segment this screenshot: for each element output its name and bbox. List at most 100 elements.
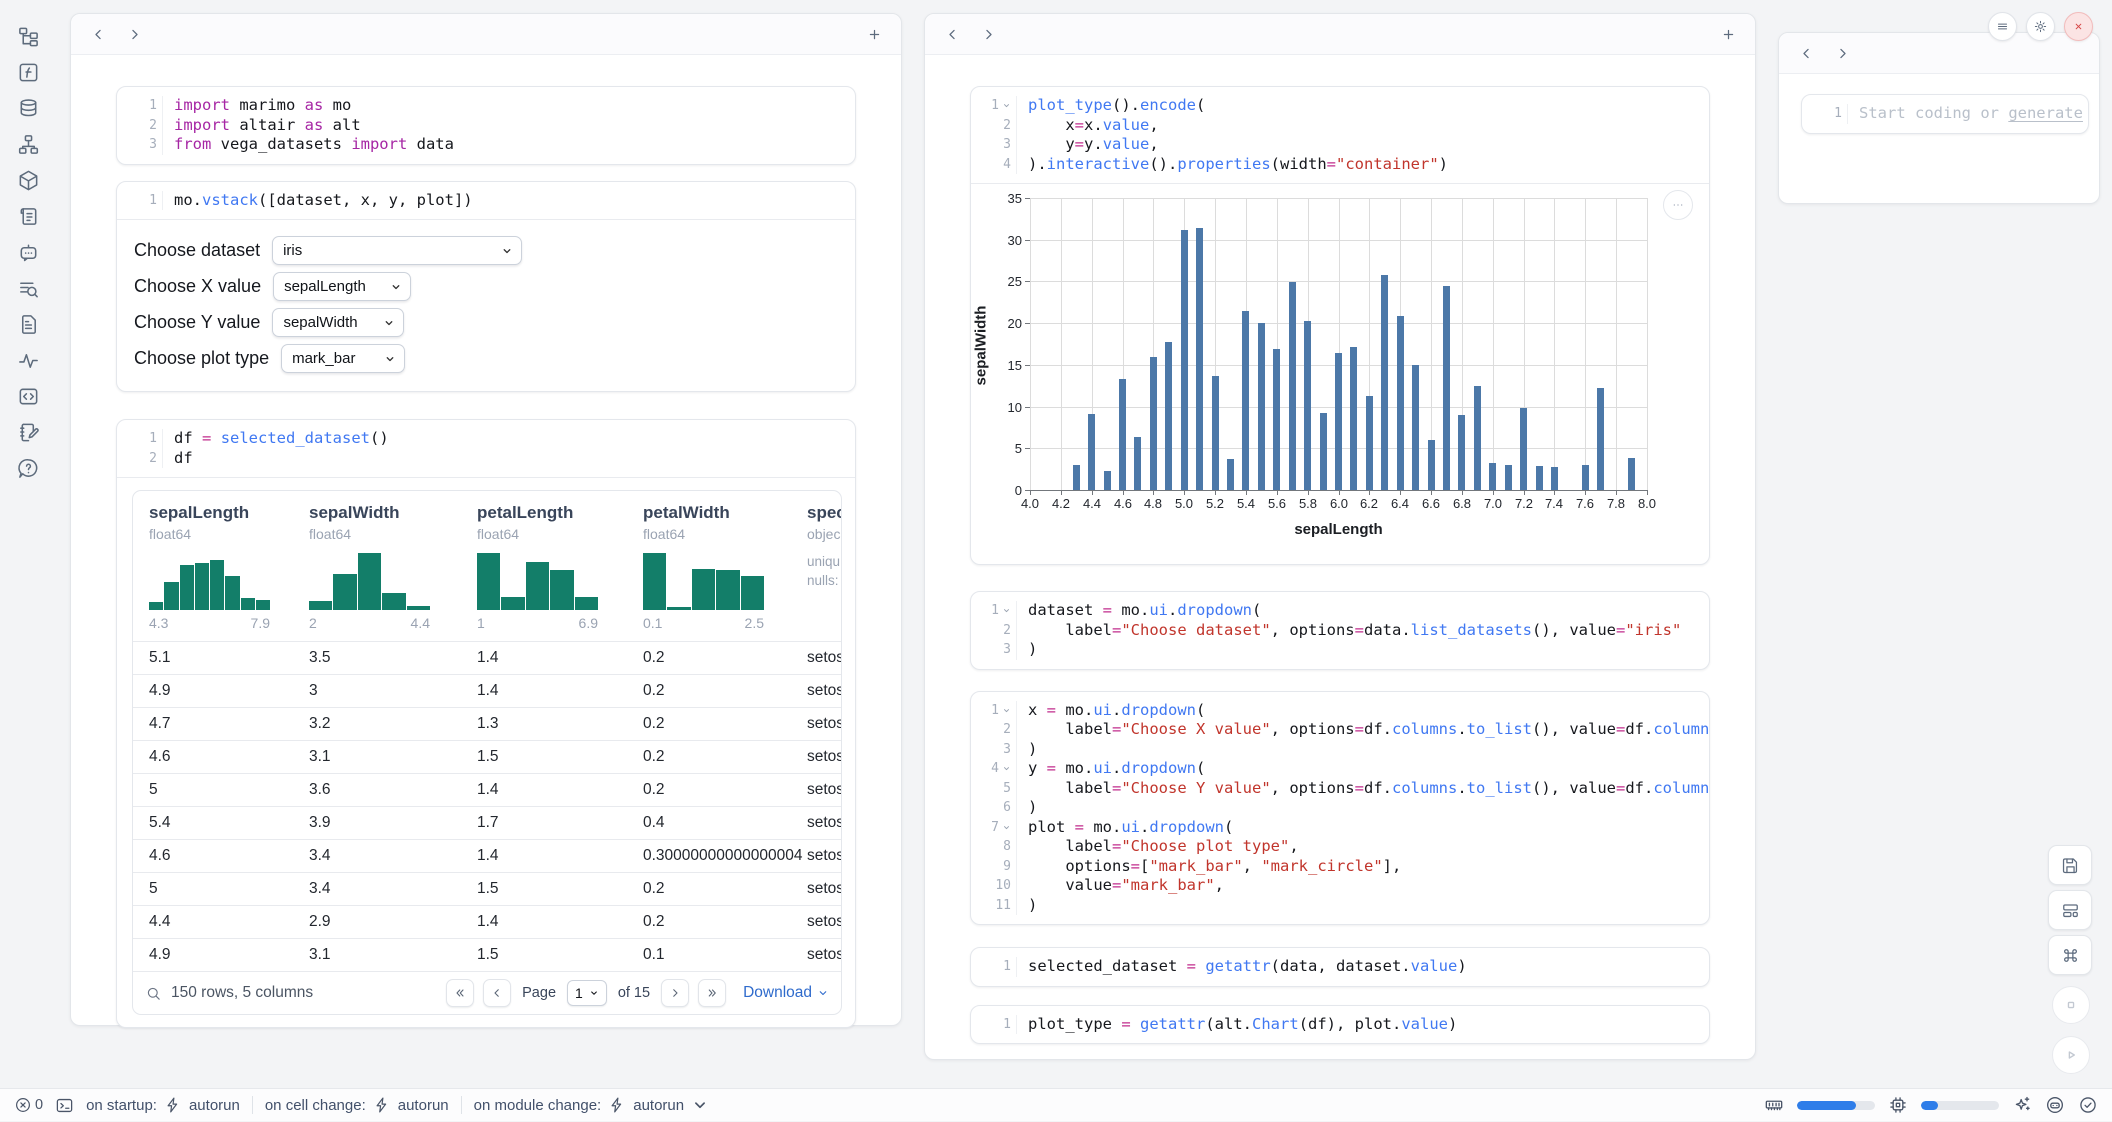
runtime-config-2[interactable]: on module change:autorun bbox=[474, 1096, 709, 1114]
sidebar-icon-snippets[interactable] bbox=[17, 385, 40, 408]
layout-toggle-button[interactable] bbox=[2048, 890, 2092, 930]
fold-chevron-icon[interactable] bbox=[1002, 823, 1011, 832]
error-circle-x-icon bbox=[14, 1096, 32, 1114]
chevron-right-icon[interactable] bbox=[123, 23, 145, 45]
line-number: 2 bbox=[971, 720, 1017, 740]
code-editor-plot[interactable]: 1plot_type().encode(2 x=x.value,3 y=y.va… bbox=[971, 87, 1709, 183]
fold-chevron-icon[interactable] bbox=[1002, 606, 1011, 615]
page-next-button[interactable] bbox=[661, 979, 689, 1007]
sidebar-icon-file-explorer[interactable] bbox=[17, 25, 40, 48]
save-notebook-button[interactable] bbox=[2048, 845, 2092, 885]
sidebar-icon-find-in-cells[interactable] bbox=[17, 277, 40, 300]
empty-code-editor[interactable]: 1 Start coding or generate with bbox=[1802, 95, 2088, 133]
runtime-config-0[interactable]: on startup:autorun bbox=[86, 1096, 240, 1114]
ai-sparkles-button[interactable] bbox=[2012, 1095, 2032, 1115]
chevron-down-icon bbox=[817, 987, 829, 999]
search-icon[interactable] bbox=[145, 985, 162, 1002]
add-cell-icon[interactable] bbox=[1717, 23, 1739, 45]
sidebar-icon-scratchpad[interactable] bbox=[17, 421, 40, 444]
y-tick-label: 30 bbox=[976, 233, 1022, 248]
table-column-header[interactable]: sepalWidthfloat6424.4 bbox=[309, 503, 477, 631]
sidebar-icon-packages[interactable] bbox=[17, 169, 40, 192]
dropdown-choose-x-value[interactable]: sepalLength bbox=[273, 272, 411, 301]
run-all-button[interactable] bbox=[2052, 1036, 2090, 1074]
generate-with-ai-link[interactable]: generate bbox=[2008, 104, 2083, 122]
page-last-button[interactable] bbox=[698, 979, 726, 1007]
table-header-row: sepalLengthfloat644.37.9sepalWidthfloat6… bbox=[133, 491, 841, 641]
copilot-robot-button[interactable] bbox=[2045, 1095, 2065, 1115]
table-row[interactable]: 4.63.11.50.2setos bbox=[133, 740, 841, 773]
dropdown-choose-y-value[interactable]: sepalWidth bbox=[272, 308, 404, 337]
code-line: 1selected_dataset = getattr(data, datase… bbox=[971, 957, 1709, 977]
table-row[interactable]: 53.61.40.2setos bbox=[133, 773, 841, 806]
errors-indicator[interactable]: 0 bbox=[14, 1096, 43, 1114]
sidebar-icon-tracing[interactable] bbox=[17, 349, 40, 372]
fold-chevron-icon[interactable] bbox=[1002, 706, 1011, 715]
sidebar-icon-documentation[interactable] bbox=[17, 313, 40, 336]
chevron-left-icon[interactable] bbox=[1795, 42, 1817, 64]
code-editor-selected-dataset[interactable]: 1selected_dataset = getattr(data, datase… bbox=[971, 948, 1709, 986]
code-editor-imports[interactable]: 1import marimo as mo2import altair as al… bbox=[117, 87, 855, 164]
sidebar-icon-logs[interactable] bbox=[17, 205, 40, 228]
chevron-left-icon[interactable] bbox=[87, 23, 109, 45]
gridline-vertical bbox=[1030, 198, 1031, 490]
table-column-header[interactable]: sepalLengthfloat644.37.9 bbox=[149, 503, 309, 631]
table-cell: 3 bbox=[309, 682, 477, 700]
command-palette-button[interactable] bbox=[2048, 935, 2092, 975]
sidebar-icon-data-sources[interactable] bbox=[17, 97, 40, 120]
runtime-config-1[interactable]: on cell change:autorun bbox=[265, 1096, 449, 1114]
table-column-header[interactable]: petalLengthfloat6416.9 bbox=[477, 503, 643, 631]
chevron-right-icon[interactable] bbox=[1831, 42, 1853, 64]
table-row[interactable]: 4.73.21.30.2setos bbox=[133, 707, 841, 740]
error-count: 0 bbox=[35, 1097, 43, 1113]
range-max: 4.4 bbox=[411, 615, 430, 631]
chart-actions-button[interactable] bbox=[1663, 190, 1693, 220]
sidebar-icon-dependency-graph[interactable] bbox=[17, 133, 40, 156]
dropdown-choose-plot-type[interactable]: mark_bar bbox=[281, 344, 405, 373]
table-row[interactable]: 4.931.40.2setos bbox=[133, 674, 841, 707]
page-first-button[interactable] bbox=[446, 979, 474, 1007]
terminal-button[interactable] bbox=[55, 1096, 74, 1115]
download-button[interactable]: Download bbox=[743, 984, 829, 1002]
code-editor-xy-dropdowns[interactable]: 1x = mo.ui.dropdown(2 label="Choose X va… bbox=[971, 692, 1709, 925]
code-editor-plot-type[interactable]: 1plot_type = getattr(alt.Chart(df), plot… bbox=[971, 1006, 1709, 1044]
code-text: x=x.value, bbox=[1017, 116, 1159, 136]
shutdown-button[interactable] bbox=[2064, 12, 2093, 41]
add-cell-icon[interactable] bbox=[863, 23, 885, 45]
connection-status-button[interactable] bbox=[2078, 1095, 2098, 1115]
sidebar-icon-ai-chat[interactable] bbox=[17, 241, 40, 264]
table-row[interactable]: 53.41.50.2setos bbox=[133, 872, 841, 905]
code-editor-vstack[interactable]: 1mo.vstack([dataset, x, y, plot]) bbox=[117, 182, 855, 220]
table-row[interactable]: 4.42.91.40.2setos bbox=[133, 905, 841, 938]
stop-all-button[interactable] bbox=[2052, 986, 2090, 1024]
chart-bar bbox=[1150, 357, 1157, 490]
chevron-left-icon[interactable] bbox=[941, 23, 963, 45]
table-row[interactable]: 4.93.11.50.1setos bbox=[133, 938, 841, 971]
code-editor-df[interactable]: 1df = selected_dataset()2df bbox=[117, 420, 855, 477]
table-row[interactable]: 4.63.41.40.30000000000000004setos bbox=[133, 839, 841, 872]
fold-chevron-icon[interactable] bbox=[1002, 101, 1011, 110]
dropdown-choose-dataset[interactable]: iris bbox=[272, 236, 522, 265]
chart-bar bbox=[1273, 349, 1280, 490]
y-axis-tick bbox=[1025, 198, 1030, 199]
page-select[interactable]: 1 bbox=[567, 980, 607, 1006]
chevron-right-icon[interactable] bbox=[977, 23, 999, 45]
sidebar-icon-helper-functions[interactable] bbox=[17, 61, 40, 84]
code-cell-selected-dataset: 1selected_dataset = getattr(data, datase… bbox=[970, 947, 1710, 987]
chart-bar bbox=[1428, 440, 1435, 490]
code-text: label="Choose plot type", bbox=[1017, 837, 1299, 857]
table-cell: setos bbox=[807, 781, 842, 799]
notebook-menu-button[interactable] bbox=[1988, 12, 2017, 41]
table-row[interactable]: 5.13.51.40.2setos bbox=[133, 641, 841, 674]
sidebar-icon-help[interactable] bbox=[17, 457, 40, 480]
table-column-header[interactable]: speciobjecuniqunulls: bbox=[807, 503, 842, 631]
table-cell: 0.2 bbox=[643, 682, 807, 700]
table-cell: 0.2 bbox=[643, 880, 807, 898]
table-row[interactable]: 5.43.91.70.4setos bbox=[133, 806, 841, 839]
table-column-header[interactable]: petalWidthfloat640.12.5 bbox=[643, 503, 807, 631]
code-text: y=y.value, bbox=[1017, 135, 1159, 155]
settings-button[interactable] bbox=[2026, 12, 2055, 41]
page-previous-button[interactable] bbox=[483, 979, 511, 1007]
fold-chevron-icon[interactable] bbox=[1002, 764, 1011, 773]
code-editor-dataset-dropdown[interactable]: 1dataset = mo.ui.dropdown(2 label="Choos… bbox=[971, 592, 1709, 669]
